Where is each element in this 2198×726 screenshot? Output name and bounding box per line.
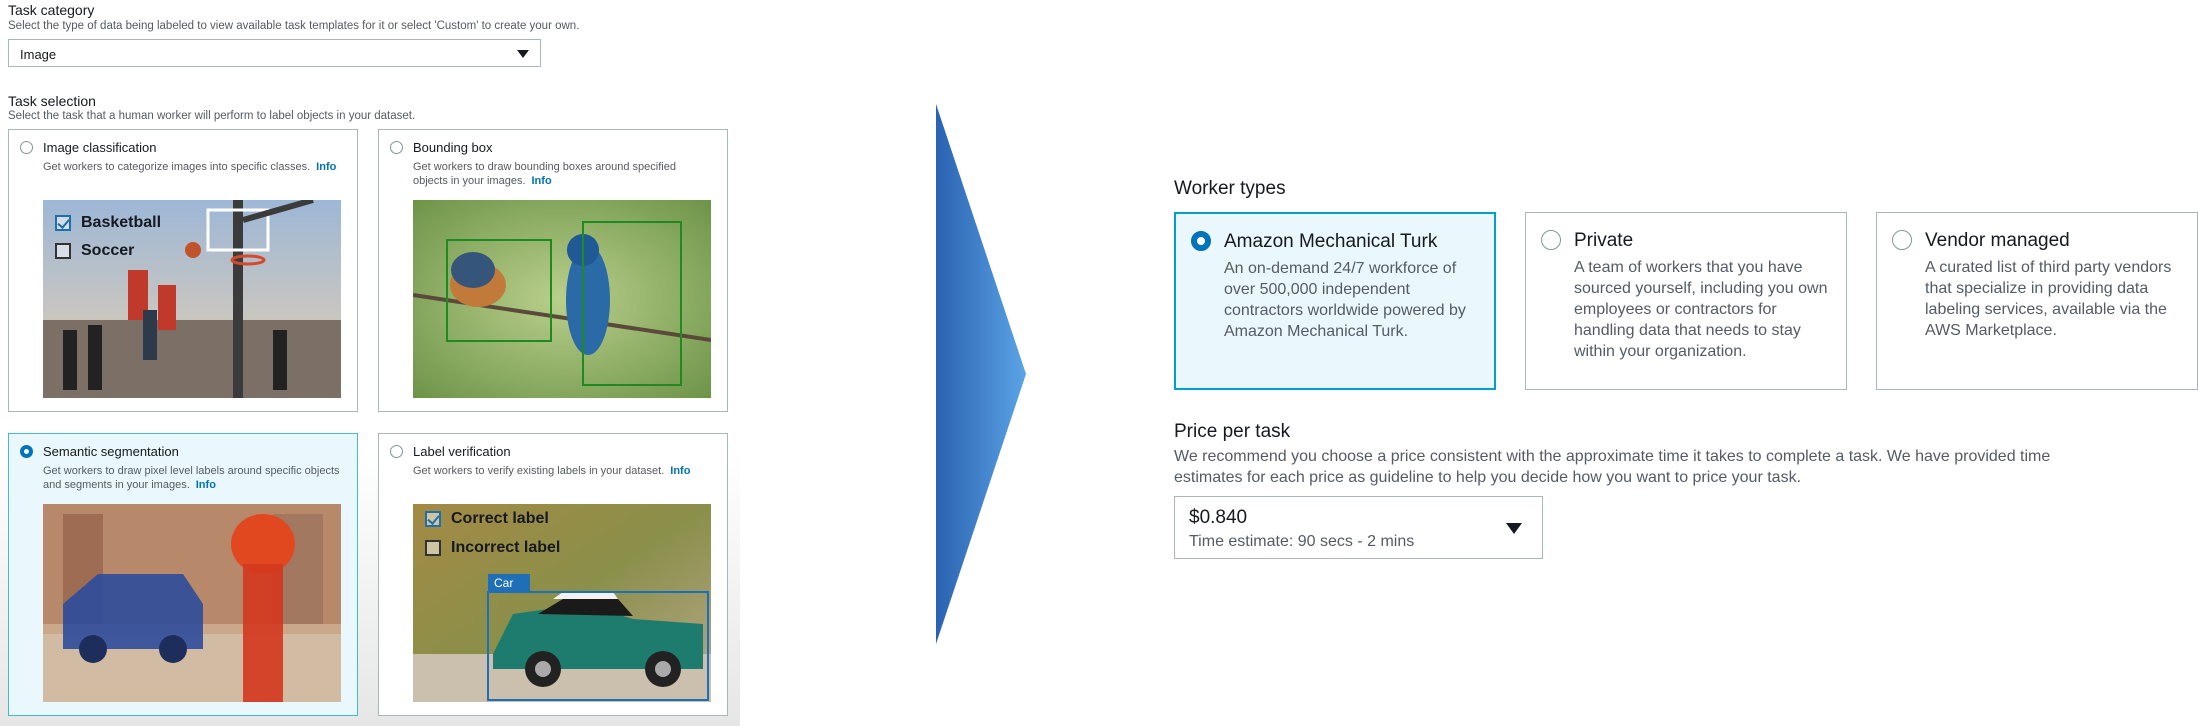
task-card-bounding-box[interactable]: Bounding box Get workers to draw boundin… xyxy=(378,129,728,412)
task-card-semantic-segmentation[interactable]: Semantic segmentation Get workers to dra… xyxy=(8,433,358,716)
worker-type-vendor-managed[interactable]: Vendor managed A curated list of third p… xyxy=(1876,212,2198,390)
task-card-description: Get workers to draw pixel level labels a… xyxy=(43,465,340,491)
price-value: $0.840 xyxy=(1189,507,1248,528)
basketball-image: Basketball Soccer xyxy=(43,200,341,398)
price-per-task-description: We recommend you choose a price consiste… xyxy=(1174,448,2051,486)
worker-type-title: Private xyxy=(1574,230,1634,251)
car-verification-image: Car Correct label Incorrect label xyxy=(413,504,711,702)
worker-type-description: A team of workers that you have sourced … xyxy=(1574,259,1828,360)
task-card-description: Get workers to verify existing labels in… xyxy=(413,465,691,477)
worker-types-title: Worker types xyxy=(1174,178,1286,199)
price-per-task-title: Price per task xyxy=(1174,421,1291,442)
task-selection-title: Task selection xyxy=(8,93,96,109)
flow-arrow-icon xyxy=(936,104,1026,644)
task-selection-description: Select the task that a human worker will… xyxy=(8,110,416,122)
radio-label-verification[interactable] xyxy=(390,445,403,458)
radio-private[interactable] xyxy=(1541,230,1561,250)
worker-type-description: A curated list of third party vendors th… xyxy=(1925,259,2172,339)
checkbox-unchecked-icon xyxy=(55,243,71,259)
info-link[interactable]: Info xyxy=(532,175,552,187)
worker-type-amazon-mechanical-turk[interactable]: Amazon Mechanical Turk An on-demand 24/7… xyxy=(1174,212,1496,390)
time-estimate: Time estimate: 90 secs - 2 mins xyxy=(1189,533,1415,550)
task-card-description: Get workers to categorize images into sp… xyxy=(43,161,337,173)
task-category-description: Select the type of data being labeled to… xyxy=(8,20,580,32)
info-link[interactable]: Info xyxy=(196,479,216,491)
task-card-title: Label verification xyxy=(413,444,511,459)
task-card-title: Semantic segmentation xyxy=(43,444,179,459)
worker-type-description: An on-demand 24/7 workforce of over 500,… xyxy=(1224,260,1466,340)
task-category-title: Task category xyxy=(8,2,95,18)
radio-semantic-segmentation[interactable] xyxy=(20,445,33,458)
birds-image xyxy=(413,200,711,398)
label-checkbox-row: Soccer xyxy=(55,242,134,260)
bounding-box-tag: Car xyxy=(494,576,514,590)
task-category-select[interactable]: Image xyxy=(8,39,541,67)
price-select[interactable]: $0.840 Time estimate: 90 secs - 2 mins xyxy=(1174,496,1543,559)
worker-type-private[interactable]: Private A team of workers that you have … xyxy=(1525,212,1847,390)
task-category-value: Image xyxy=(20,47,57,62)
radio-vendor-managed[interactable] xyxy=(1892,230,1912,250)
worker-type-title: Amazon Mechanical Turk xyxy=(1224,231,1438,252)
task-card-label-verification[interactable]: Label verification Get workers to verify… xyxy=(378,433,728,716)
info-link[interactable]: Info xyxy=(316,161,336,173)
task-card-title: Bounding box xyxy=(413,140,493,155)
radio-bounding-box[interactable] xyxy=(390,141,403,154)
label-checkbox-row: Incorrect label xyxy=(425,539,560,557)
info-link[interactable]: Info xyxy=(670,465,690,477)
label-checkbox-row: Basketball xyxy=(55,214,161,232)
worker-type-title: Vendor managed xyxy=(1925,230,2070,251)
task-card-image-classification[interactable]: Image classification Get workers to cate… xyxy=(8,129,358,412)
radio-image-classification[interactable] xyxy=(20,141,33,154)
street-segmentation-image xyxy=(43,504,341,702)
label-checkbox-row: Correct label xyxy=(425,510,549,528)
task-setup-panel: Task category Select the type of data be… xyxy=(0,0,740,726)
radio-mechanical-turk[interactable] xyxy=(1191,231,1211,251)
checkbox-unchecked-icon xyxy=(425,540,441,556)
chevron-down-icon xyxy=(517,50,529,58)
checkbox-checked-icon xyxy=(425,511,441,527)
task-card-description: Get workers to draw bounding boxes aroun… xyxy=(413,161,676,187)
task-card-title: Image classification xyxy=(43,140,157,155)
checkbox-checked-icon xyxy=(55,215,71,231)
chevron-down-icon xyxy=(1506,523,1522,534)
